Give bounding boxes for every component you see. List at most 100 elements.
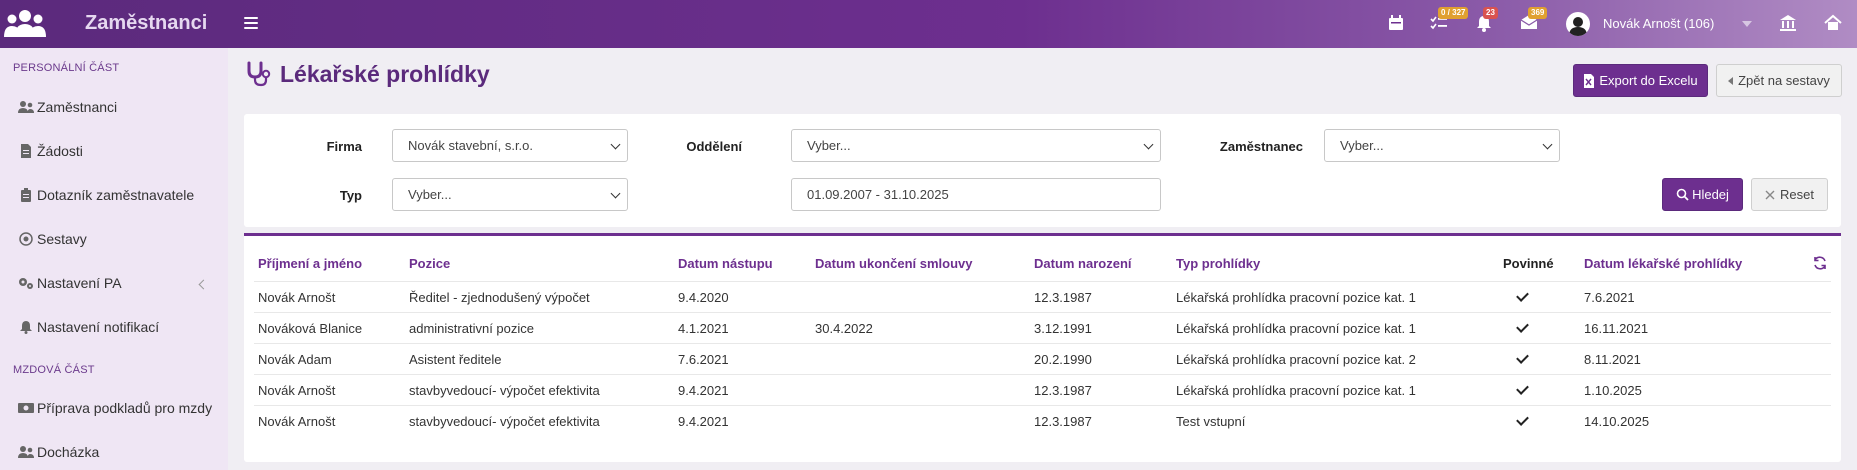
chevron-down-icon [1143, 139, 1154, 150]
zamestnanec-value: Vyber... [1340, 138, 1384, 153]
cell-start-date: 4.1.2021 [678, 321, 729, 336]
bank-icon[interactable] [1777, 12, 1799, 34]
cell-position: administrativní pozice [409, 321, 534, 336]
top-bar: Zaměstnanci 0 / 327 23 369 Novák Arnošt … [0, 0, 1857, 48]
table-row[interactable]: Novák Adam Asistent ředitele 7.6.2021 20.2.… [254, 343, 1831, 374]
cell-exam-type: Lékařská prohlídka pracovní pozice kat. … [1176, 321, 1416, 336]
bell-icon [17, 319, 34, 335]
sidebar-item-label: Nastavení notifikací [37, 319, 160, 335]
check-icon [1516, 320, 1529, 333]
column-header-birth-date[interactable]: Datum narození [1034, 256, 1132, 271]
sidebar-item-label: Dotazník zaměstnavatele [37, 187, 195, 203]
sidebar-item-nastaveni-pa[interactable]: Nastavení PA [17, 272, 217, 294]
cell-position: stavbyvedoucí- výpočet efektivita [409, 414, 600, 429]
eye-icon [17, 231, 34, 247]
refresh-icon[interactable] [1812, 255, 1828, 271]
calendar-icon[interactable] [1385, 12, 1407, 34]
sidebar-item-sestavy[interactable]: Sestavy [17, 228, 217, 250]
search-button[interactable]: Hledej [1662, 178, 1743, 211]
cell-position: Ředitel - zjednodušený výpočet [409, 290, 590, 305]
back-label: Zpět na sestavy [1738, 73, 1830, 88]
cell-exam-date: 1.10.2025 [1584, 383, 1642, 398]
close-icon [1765, 190, 1775, 199]
table-row[interactable]: Novák Arnošt stavbyvedoucí- výpočet efekt… [254, 374, 1831, 405]
export-label: Export do Excelu [1599, 73, 1698, 88]
oddeleni-value: Vyber... [807, 138, 851, 153]
chevron-down-icon[interactable] [1742, 21, 1752, 27]
zamestnanec-select[interactable]: Vyber... [1324, 129, 1560, 162]
search-icon [1676, 188, 1689, 201]
menu-icon[interactable] [244, 14, 258, 34]
cell-start-date: 9.4.2021 [678, 414, 729, 429]
sidebar-item-label: Sestavy [37, 231, 87, 247]
sidebar-section-personal: PERSONÁLNÍ ČÁST [13, 62, 120, 74]
column-header-name[interactable]: Příjmení a jméno [258, 256, 362, 271]
table-row[interactable]: Nováková Blanice administrativní pozice 4.… [254, 312, 1831, 343]
sidebar-item-zadosti[interactable]: Žádosti [17, 140, 217, 162]
cell-name: Nováková Blanice [258, 321, 363, 336]
results-table: Příjmení a jméno Pozice Datum nástupu Da… [244, 233, 1841, 462]
sidebar-item-dotaznik[interactable]: Dotazník zaměstnavatele [17, 184, 217, 206]
check-icon [1516, 351, 1529, 364]
firma-select[interactable]: Novák stavební, s.r.o. [392, 129, 628, 162]
page-title: Lékařské prohlídky [280, 60, 490, 87]
reset-button[interactable]: Reset [1751, 178, 1828, 211]
sidebar: PERSONÁLNÍ ČÁST Zaměstnanci Žádosti Dota… [0, 48, 228, 470]
sidebar-section-mzdy: MZDOVÁ ČÁST [13, 364, 95, 376]
cell-birth-date: 12.3.1987 [1034, 414, 1092, 429]
cell-exam-type: Test vstupní [1176, 414, 1246, 429]
typ-value: Vyber... [408, 187, 452, 202]
messages-icon[interactable]: 369 [1518, 7, 1548, 34]
user-name[interactable]: Novák Arnošt (106) [1603, 16, 1714, 31]
cell-birth-date: 3.12.1991 [1034, 321, 1092, 336]
cell-birth-date: 12.3.1987 [1034, 383, 1092, 398]
sidebar-item-label: Nastavení PA [37, 275, 122, 291]
tasks-icon[interactable]: 0 / 327 [1428, 7, 1469, 34]
typ-label: Typ [339, 188, 362, 203]
cell-start-date: 7.6.2021 [678, 352, 729, 367]
check-icon [1516, 382, 1529, 395]
cell-exam-date: 8.11.2021 [1584, 352, 1641, 367]
date-range-input[interactable]: 01.09.2007 - 31.10.2025 [791, 178, 1161, 211]
date-range-value: 01.09.2007 - 31.10.2025 [807, 187, 949, 202]
reset-label: Reset [1780, 187, 1814, 202]
cell-name: Novák Arnošt [258, 290, 336, 305]
home-icon[interactable] [1822, 12, 1844, 34]
cell-start-date: 9.4.2020 [678, 290, 729, 305]
table-row[interactable]: Novák Arnošt Ředitel - zjednodušený výpoč… [254, 281, 1831, 312]
oddeleni-select[interactable]: Vyber... [791, 129, 1161, 162]
stethoscope-icon [247, 61, 271, 87]
users-icon [17, 99, 34, 115]
back-to-reports-button[interactable]: Zpět na sestavy [1716, 64, 1842, 97]
typ-select[interactable]: Vyber... [392, 178, 628, 211]
firma-label: Firma [326, 139, 362, 154]
gears-icon [17, 275, 34, 291]
app-brand[interactable]: Zaměstnanci [85, 12, 207, 35]
bell-icon[interactable]: 23 [1473, 7, 1498, 34]
cell-exam-type: Lékařská prohlídka pracovní pozice kat. … [1176, 352, 1416, 367]
sidebar-item-label: Žádosti [37, 143, 83, 159]
column-header-exam-type[interactable]: Typ prohlídky [1176, 256, 1260, 271]
sidebar-item-label: Příprava podkladů pro mzdy [37, 400, 213, 416]
users-logo-icon[interactable] [4, 7, 46, 41]
filter-panel: Firma Novák stavební, s.r.o. Oddělení Vy… [244, 114, 1841, 227]
cell-exam-date: 14.10.2025 [1584, 414, 1650, 429]
sidebar-item-priprava[interactable]: Příprava podkladů pro mzdy [17, 397, 217, 419]
sidebar-item-dochazka[interactable]: Docházka [17, 441, 217, 463]
column-header-exam-date[interactable]: Datum lékařské prohlídky [1584, 256, 1742, 271]
avatar-icon[interactable] [1566, 12, 1590, 36]
column-header-end-date[interactable]: Datum ukončení smlouvy [815, 256, 972, 271]
column-header-position[interactable]: Pozice [409, 256, 450, 271]
cell-exam-type: Lékařská prohlídka pracovní pozice kat. … [1176, 383, 1416, 398]
column-header-mandatory[interactable]: Povinné [1503, 256, 1554, 271]
export-excel-button[interactable]: Export do Excelu [1573, 64, 1708, 97]
table-row[interactable]: Novák Arnošt stavbyvedoucí- výpočet efekt… [254, 405, 1831, 436]
cell-end-date: 30.4.2022 [815, 321, 873, 336]
sidebar-item-notifikace[interactable]: Nastavení notifikací [17, 316, 217, 338]
sidebar-item-zamestnanci[interactable]: Zaměstnanci [17, 96, 217, 118]
column-header-start-date[interactable]: Datum nástupu [678, 256, 773, 271]
sidebar-item-label: Zaměstnanci [37, 99, 118, 115]
chevron-down-icon [1542, 139, 1553, 150]
firma-value: Novák stavební, s.r.o. [408, 138, 534, 153]
cell-birth-date: 20.2.1990 [1034, 352, 1092, 367]
